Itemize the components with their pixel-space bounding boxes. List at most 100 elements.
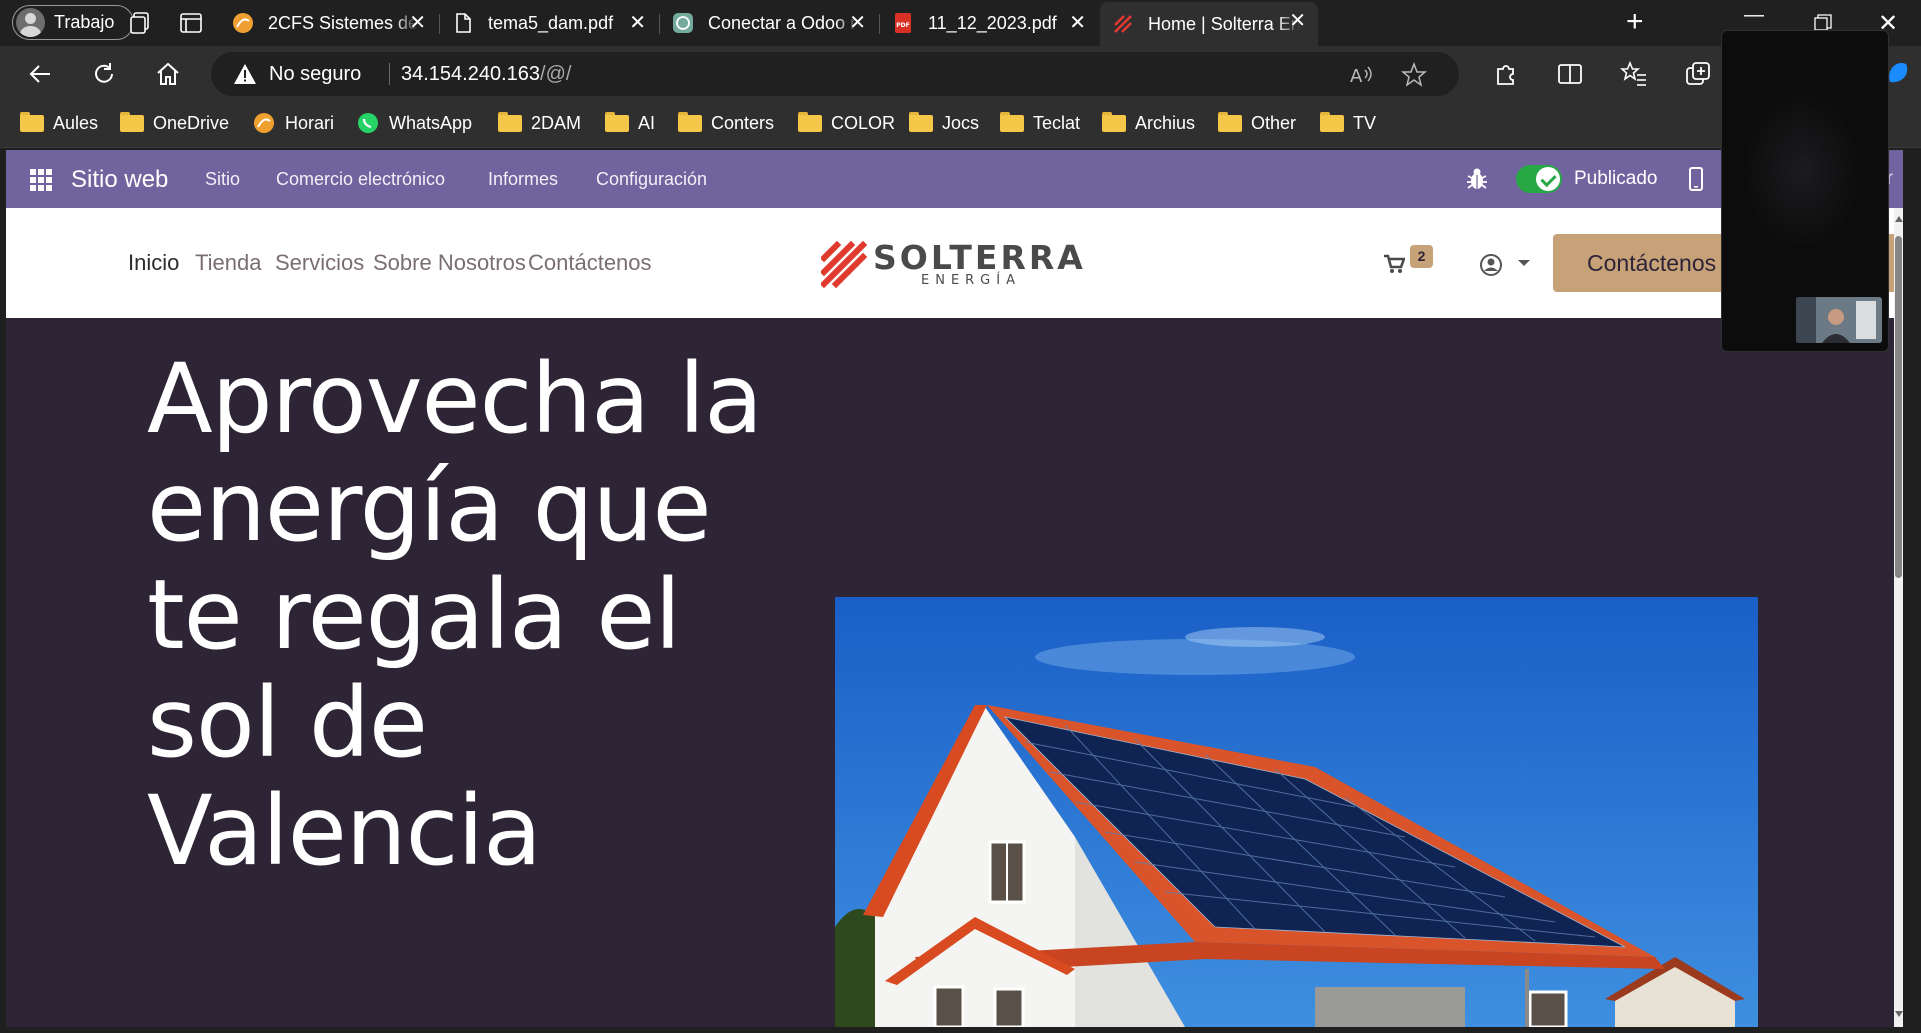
tab-chatgpt[interactable]: Conectar a Odoo remoto ✕ <box>660 4 878 42</box>
nav-tienda[interactable]: Tienda <box>195 250 261 276</box>
url-text[interactable]: 34.154.240.163/@/ <box>401 63 571 86</box>
new-tab-icon[interactable]: + <box>1626 7 1644 37</box>
published-label[interactable]: Publicado <box>1574 168 1657 190</box>
tab-moodle[interactable]: 2CFS Sistemes de gestió ✕ <box>220 4 438 42</box>
scroll-up-icon[interactable] <box>1895 216 1903 222</box>
favorites-icon[interactable] <box>1620 60 1648 88</box>
site-header: Inicio Tienda Servicios Sobre Nosotros C… <box>6 208 1903 318</box>
address-bar[interactable]: No seguro 34.154.240.163/@/ A <box>211 52 1459 96</box>
security-label[interactable]: No seguro <box>269 63 361 86</box>
bookmark-2dam[interactable]: 2DAM <box>498 112 581 134</box>
tab-title: 2CFS Sistemes de gestió <box>268 12 418 33</box>
close-tab-icon[interactable]: ✕ <box>1069 13 1086 33</box>
back-arrow-icon[interactable] <box>26 60 54 88</box>
scrollbar-thumb[interactable] <box>1895 236 1902 578</box>
page-scrollbar[interactable] <box>1894 208 1903 1027</box>
nav-servicios[interactable]: Servicios <box>275 250 364 276</box>
bookmark-aules[interactable]: Aules <box>20 112 98 134</box>
mobile-preview-icon[interactable] <box>1688 167 1704 191</box>
home-icon[interactable] <box>154 60 182 88</box>
tab-title: 11_12_2023.pdf <box>928 12 1057 33</box>
folder-icon <box>678 112 702 134</box>
app-title[interactable]: Sitio web <box>71 166 168 194</box>
menu-configuracion[interactable]: Configuración <box>596 169 707 190</box>
bookmark-horari[interactable]: Horari <box>252 112 334 134</box>
bookmark-label: Conters <box>711 112 775 133</box>
folder-icon <box>909 112 933 134</box>
scroll-down-icon[interactable] <box>1895 1011 1903 1017</box>
cart-icon[interactable] <box>1383 254 1405 274</box>
pdf-icon: PDF <box>895 13 911 33</box>
bookmark-archius[interactable]: Archius <box>1102 112 1195 134</box>
bookmark-label: WhatsApp <box>389 112 473 133</box>
profile-label: Trabajo <box>54 12 115 32</box>
odoo-website-bar: Sitio web Sitio Comercio electrónico Inf… <box>6 150 1903 208</box>
bookmark-color[interactable]: COLOR <box>798 112 895 134</box>
bookmark-ai[interactable]: AI <box>605 112 655 134</box>
browser-toolbar: No seguro 34.154.240.163/@/ A <box>0 46 1921 102</box>
bookmarks-bar: Aules OneDrive Horari WhatsApp 2DAM AI C… <box>0 102 1921 148</box>
apps-menu-icon[interactable] <box>30 169 52 191</box>
tab-pdf-11-12[interactable]: PDF 11_12_2023.pdf ✕ <box>880 4 1098 42</box>
chatgpt-icon <box>673 13 693 33</box>
bookmark-label: Jocs <box>942 112 980 133</box>
close-tab-icon[interactable]: ✕ <box>1289 11 1306 31</box>
svg-text:A: A <box>1350 66 1363 87</box>
tab-tema5-pdf[interactable]: tema5_dam.pdf ✕ <box>440 4 658 42</box>
folder-icon <box>20 112 44 134</box>
logo-mark-icon <box>821 240 868 288</box>
not-secure-warning-icon[interactable] <box>233 63 257 85</box>
tab-title: tema5_dam.pdf <box>488 12 614 33</box>
user-account-icon[interactable] <box>1479 253 1503 277</box>
close-tab-icon[interactable]: ✕ <box>629 13 646 33</box>
folder-icon <box>798 112 822 134</box>
split-screen-icon[interactable] <box>1556 60 1584 88</box>
favorite-star-icon[interactable] <box>1401 62 1427 88</box>
tab-actions-icon[interactable] <box>178 10 204 36</box>
video-call-overlay[interactable] <box>1721 30 1889 352</box>
bookmark-label: 2DAM <box>531 112 582 133</box>
bookmark-label: Archius <box>1135 112 1196 133</box>
svg-text:PDF: PDF <box>896 22 909 29</box>
nav-sobre-nosotros[interactable]: Sobre Nosotros <box>373 250 526 276</box>
menu-sitio[interactable]: Sitio <box>205 169 240 190</box>
read-aloud-icon[interactable]: A <box>1349 62 1375 88</box>
bookmark-whatsapp[interactable]: WhatsApp <box>356 112 472 134</box>
bookmark-tv[interactable]: TV <box>1320 112 1376 134</box>
minimize-icon[interactable]: — <box>1744 4 1764 27</box>
reload-icon[interactable] <box>90 60 118 88</box>
extensions-icon[interactable] <box>1492 60 1520 88</box>
bookmark-onedrive[interactable]: OneDrive <box>120 112 229 134</box>
moodle-icon <box>233 13 253 33</box>
menu-informes[interactable]: Informes <box>488 169 558 190</box>
bookmark-label: Aules <box>53 112 99 133</box>
publish-toggle[interactable] <box>1516 165 1562 193</box>
bookmark-teclat[interactable]: Teclat <box>1000 112 1080 134</box>
check-icon <box>1536 167 1560 191</box>
solterra-logo[interactable]: SOLTERRA ENERGÍA <box>821 238 1091 288</box>
bookmark-label: OneDrive <box>153 112 230 133</box>
bookmark-conters[interactable]: Conters <box>678 112 774 134</box>
bookmark-other[interactable]: Other <box>1218 112 1296 134</box>
tab-title: Conectar a Odoo remoto <box>708 12 858 33</box>
profile-button[interactable]: Trabajo <box>12 5 134 40</box>
debug-bug-icon[interactable] <box>1466 167 1488 191</box>
close-tab-icon[interactable]: ✕ <box>849 13 866 33</box>
cart-count-badge[interactable]: 2 <box>1410 245 1433 268</box>
menu-comercio[interactable]: Comercio electrónico <box>276 169 445 190</box>
nav-inicio[interactable]: Inicio <box>128 250 179 276</box>
tab-solterra-home[interactable]: Home | Solterra Energía ✕ <box>1100 2 1318 46</box>
folder-icon <box>605 112 629 134</box>
solar-house-image <box>835 597 1758 1027</box>
bookmark-label: TV <box>1353 112 1377 133</box>
folder-icon <box>1000 112 1024 134</box>
collections-icon[interactable] <box>1684 60 1712 88</box>
chevron-down-icon[interactable] <box>1518 260 1530 266</box>
close-tab-icon[interactable]: ✕ <box>409 13 426 33</box>
nav-contactenos[interactable]: Contáctenos <box>528 250 652 276</box>
bookmark-jocs[interactable]: Jocs <box>909 112 979 134</box>
workspaces-icon[interactable] <box>128 10 154 36</box>
url-host: 34.154.240.163 <box>401 63 541 85</box>
tab-title: Home | Solterra Energía <box>1148 13 1300 34</box>
url-path: /@/ <box>540 63 572 85</box>
